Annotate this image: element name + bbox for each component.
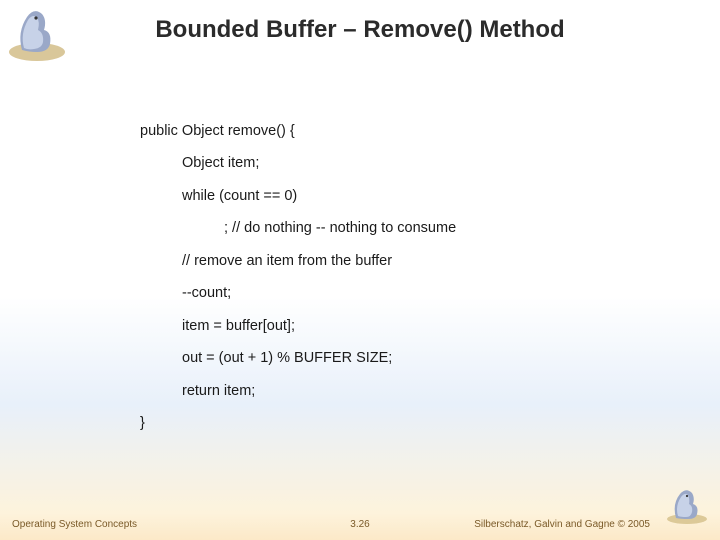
code-line: Object item; [140,152,660,174]
code-line: public Object remove() { [140,120,660,142]
code-line: --count; [140,282,660,304]
code-line: out = (out + 1) % BUFFER SIZE; [140,347,660,369]
footer-copyright: Silberschatz, Galvin and Gagne © 2005 [474,519,650,530]
slide-title: Bounded Buffer – Remove() Method [0,16,720,44]
code-line: ; // do nothing -- nothing to consume [140,217,660,239]
code-line: item = buffer[out]; [140,315,660,337]
code-line: // remove an item from the buffer [140,250,660,272]
code-line: while (count == 0) [140,185,660,207]
dinosaur-logo-bottom [662,484,712,526]
code-line: } [140,412,660,434]
code-line: return item; [140,380,660,402]
code-block: public Object remove() { Object item; wh… [140,120,660,435]
